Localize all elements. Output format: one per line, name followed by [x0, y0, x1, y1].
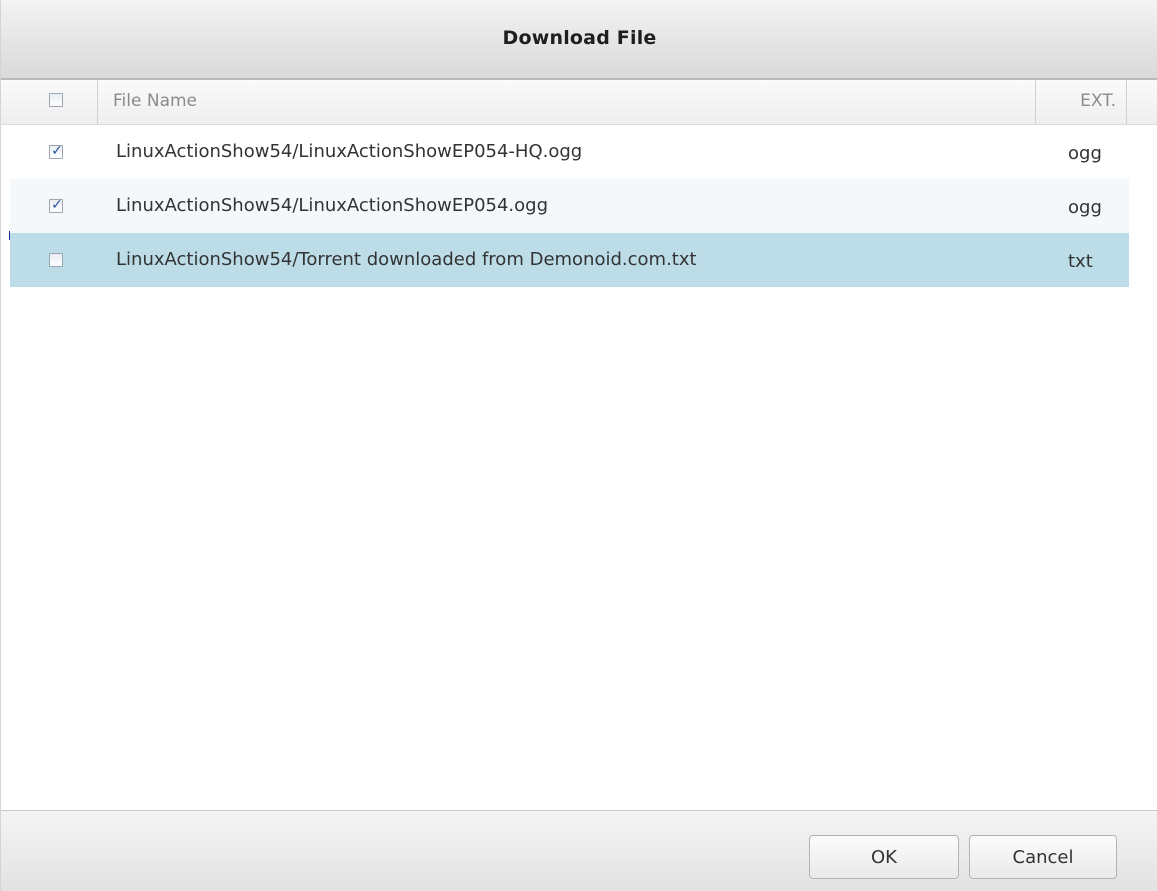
ok-button[interactable]: OK [809, 835, 959, 879]
row-checkbox[interactable] [49, 253, 63, 267]
file-list: ✓ LinuxActionShow54/LinuxActionShowEP054… [10, 125, 1129, 287]
download-file-dialog: Download File File Name EXT. ✓ LinuxActi… [0, 0, 1157, 891]
table-row[interactable]: LinuxActionShow54/Torrent downloaded fro… [10, 233, 1129, 287]
dialog-titlebar[interactable]: Download File [1, 0, 1157, 80]
file-name-cell: LinuxActionShow54/LinuxActionShowEP054-H… [116, 141, 583, 162]
dialog-title: Download File [502, 27, 657, 49]
select-all-cell [1, 80, 98, 124]
column-header-file-name[interactable]: File Name [113, 91, 197, 111]
row-checkbox[interactable]: ✓ [49, 143, 63, 159]
file-ext-cell: ogg [1068, 143, 1102, 164]
cancel-button[interactable]: Cancel [969, 835, 1117, 879]
file-ext-cell: ogg [1068, 197, 1102, 218]
file-ext-cell: txt [1068, 251, 1093, 272]
file-name-cell: LinuxActionShow54/Torrent downloaded fro… [116, 249, 697, 270]
column-header-ext[interactable]: EXT. [1080, 91, 1116, 111]
table-row[interactable]: ✓ LinuxActionShow54/LinuxActionShowEP054… [10, 125, 1129, 179]
column-header-ext-cell[interactable]: EXT. [1035, 80, 1127, 124]
grid-header: File Name EXT. [1, 80, 1157, 125]
check-icon: ✓ [51, 197, 63, 213]
select-all-checkbox[interactable] [49, 93, 63, 107]
dialog-footer: OK Cancel [1, 810, 1157, 891]
check-icon: ✓ [51, 143, 63, 159]
file-name-cell: LinuxActionShow54/LinuxActionShowEP054.o… [116, 195, 549, 216]
table-row[interactable]: ✓ LinuxActionShow54/LinuxActionShowEP054… [10, 179, 1129, 233]
row-checkbox[interactable]: ✓ [49, 197, 63, 213]
